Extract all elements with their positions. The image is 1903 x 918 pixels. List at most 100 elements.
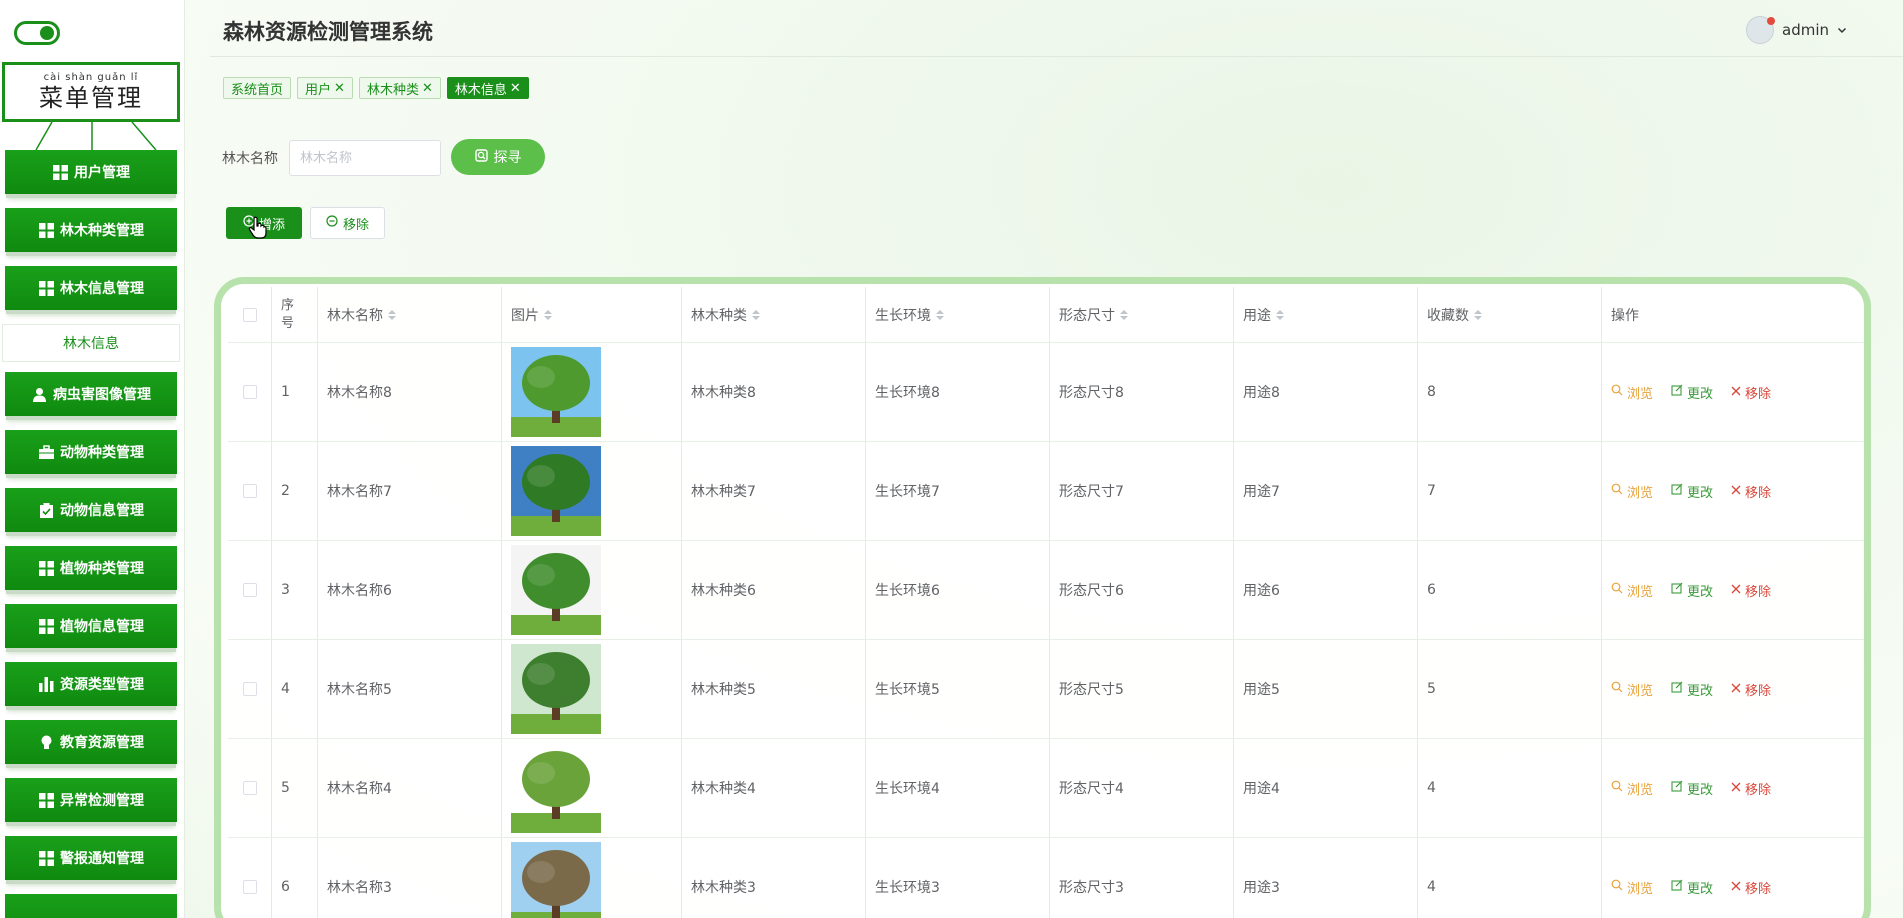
edit-button[interactable]: 更改	[1671, 878, 1713, 897]
table-row: 5 林木名称4 林木种类4 生长环境4 形态尺寸4 用途4 4 浏览 更改 移除	[228, 739, 1864, 838]
sidebar-item-animal-kind[interactable]: 动物种类管理	[5, 430, 177, 474]
sidebar-item-tree-kind[interactable]: 林木种类管理	[5, 208, 177, 252]
row-fav: 8	[1418, 343, 1602, 441]
header-index: 序号	[272, 287, 318, 342]
tab-home[interactable]: 系统首页	[223, 77, 292, 99]
view-button[interactable]: 浏览	[1611, 482, 1653, 501]
row-checkbox[interactable]	[242, 385, 257, 399]
row-checkbox[interactable]	[242, 484, 257, 498]
row-image-cell	[502, 739, 682, 837]
tree-photo[interactable]	[511, 842, 601, 918]
sidebar-item-plant-info[interactable]: 植物信息管理	[5, 604, 177, 648]
view-button[interactable]: 浏览	[1611, 878, 1653, 897]
delete-label: 移除	[1745, 881, 1772, 897]
tree-photo[interactable]	[511, 446, 601, 536]
delete-button[interactable]: 移除	[1731, 779, 1771, 798]
grid-icon	[38, 222, 54, 238]
tree-photo[interactable]	[511, 743, 601, 833]
sidebar-item-alert[interactable]: 警报通知管理	[5, 836, 177, 880]
view-button[interactable]: 浏览	[1611, 680, 1653, 699]
view-button[interactable]: 浏览	[1611, 383, 1653, 402]
close-icon[interactable]: ✕	[510, 81, 521, 96]
header-image[interactable]: 图片	[502, 287, 682, 342]
sidebar-item-plant-kind[interactable]: 植物种类管理	[5, 546, 177, 590]
close-icon	[1731, 583, 1741, 598]
row-checkbox-cell	[228, 838, 272, 918]
edit-icon	[1671, 384, 1683, 400]
delete-button[interactable]: 移除	[1731, 383, 1771, 402]
view-button[interactable]: 浏览	[1611, 779, 1653, 798]
sort-icon[interactable]	[1276, 309, 1284, 320]
sidebar-item-pest-image[interactable]: 病虫害图像管理	[5, 372, 177, 416]
view-button[interactable]: 浏览	[1611, 581, 1653, 600]
remove-button-label: 移除	[342, 217, 369, 233]
search-input[interactable]	[289, 140, 441, 176]
search-icon	[1611, 582, 1623, 598]
row-kind: 林木种类5	[682, 640, 866, 738]
sort-icon[interactable]	[544, 309, 552, 320]
delete-button[interactable]: 移除	[1731, 680, 1771, 699]
user-menu[interactable]: admin	[1746, 16, 1847, 44]
close-icon[interactable]: ✕	[422, 81, 433, 96]
delete-button[interactable]: 移除	[1731, 878, 1771, 897]
edit-button[interactable]: 更改	[1671, 581, 1713, 600]
row-kind: 林木种类4	[682, 739, 866, 837]
lightbulb-icon	[38, 734, 54, 750]
edit-button[interactable]: 更改	[1671, 779, 1713, 798]
sidebar-item-animal-info[interactable]: 动物信息管理	[5, 488, 177, 532]
select-all-checkbox[interactable]	[242, 307, 257, 322]
sidebar-item-user[interactable]: 用户管理	[5, 150, 177, 194]
sidebar-item-label: 林木信息管理	[60, 281, 144, 297]
row-fav: 4	[1418, 838, 1602, 918]
row-checkbox[interactable]	[242, 583, 257, 597]
tab-user[interactable]: 用户 ✕	[297, 77, 353, 99]
tab-tree-info[interactable]: 林木信息 ✕	[446, 77, 529, 99]
edit-label: 更改	[1687, 485, 1714, 501]
delete-button[interactable]: 移除	[1731, 482, 1771, 501]
tree-photo[interactable]	[511, 545, 601, 635]
row-checkbox[interactable]	[242, 682, 257, 696]
header-kind[interactable]: 林木种类	[682, 287, 866, 342]
remove-button[interactable]: 移除	[310, 207, 385, 239]
header-size[interactable]: 形态尺寸	[1050, 287, 1234, 342]
sort-icon[interactable]	[936, 309, 944, 320]
sidebar-item-label: 植物种类管理	[60, 561, 144, 577]
sidebar-item-resource-type[interactable]: 资源类型管理	[5, 662, 177, 706]
search-icon	[1611, 879, 1623, 895]
sidebar-item-education[interactable]: 教育资源管理	[5, 720, 177, 764]
sidebar-subitem-tree-info[interactable]: 林木信息	[2, 324, 180, 362]
view-label: 浏览	[1627, 584, 1654, 600]
row-checkbox[interactable]	[242, 781, 257, 795]
sidebar-toggle[interactable]	[14, 21, 60, 45]
sort-icon[interactable]	[752, 309, 760, 320]
header-env[interactable]: 生长环境	[866, 287, 1050, 342]
row-image-cell	[502, 838, 682, 918]
header-name[interactable]: 林木名称	[318, 287, 502, 342]
edit-button[interactable]: 更改	[1671, 383, 1713, 402]
sort-icon[interactable]	[1474, 309, 1482, 320]
view-label: 浏览	[1627, 782, 1654, 798]
header-use[interactable]: 用途	[1234, 287, 1418, 342]
search-button[interactable]: 探寻	[451, 139, 545, 175]
edit-icon	[1671, 879, 1683, 895]
tree-photo[interactable]	[511, 347, 601, 437]
close-icon	[1731, 880, 1741, 895]
sidebar-item-more[interactable]	[5, 894, 177, 918]
close-icon[interactable]: ✕	[334, 81, 345, 96]
sort-icon[interactable]	[1120, 309, 1128, 320]
delete-button[interactable]: 移除	[1731, 581, 1771, 600]
row-checkbox[interactable]	[242, 880, 257, 894]
tree-photo[interactable]	[511, 644, 601, 734]
sidebar-item-tree-info[interactable]: 林木信息管理	[5, 266, 177, 310]
sort-icon[interactable]	[388, 309, 396, 320]
row-index: 6	[272, 838, 318, 918]
briefcase-icon	[38, 444, 54, 460]
header-fav[interactable]: 收藏数	[1418, 287, 1602, 342]
sidebar-item-anomaly[interactable]: 异常检测管理	[5, 778, 177, 822]
sidebar-item-label: 警报通知管理	[60, 851, 144, 867]
edit-button[interactable]: 更改	[1671, 680, 1713, 699]
edit-button[interactable]: 更改	[1671, 482, 1713, 501]
edit-icon	[1671, 780, 1683, 796]
avatar	[1746, 16, 1775, 44]
tab-tree-kind[interactable]: 林木种类 ✕	[358, 77, 441, 99]
